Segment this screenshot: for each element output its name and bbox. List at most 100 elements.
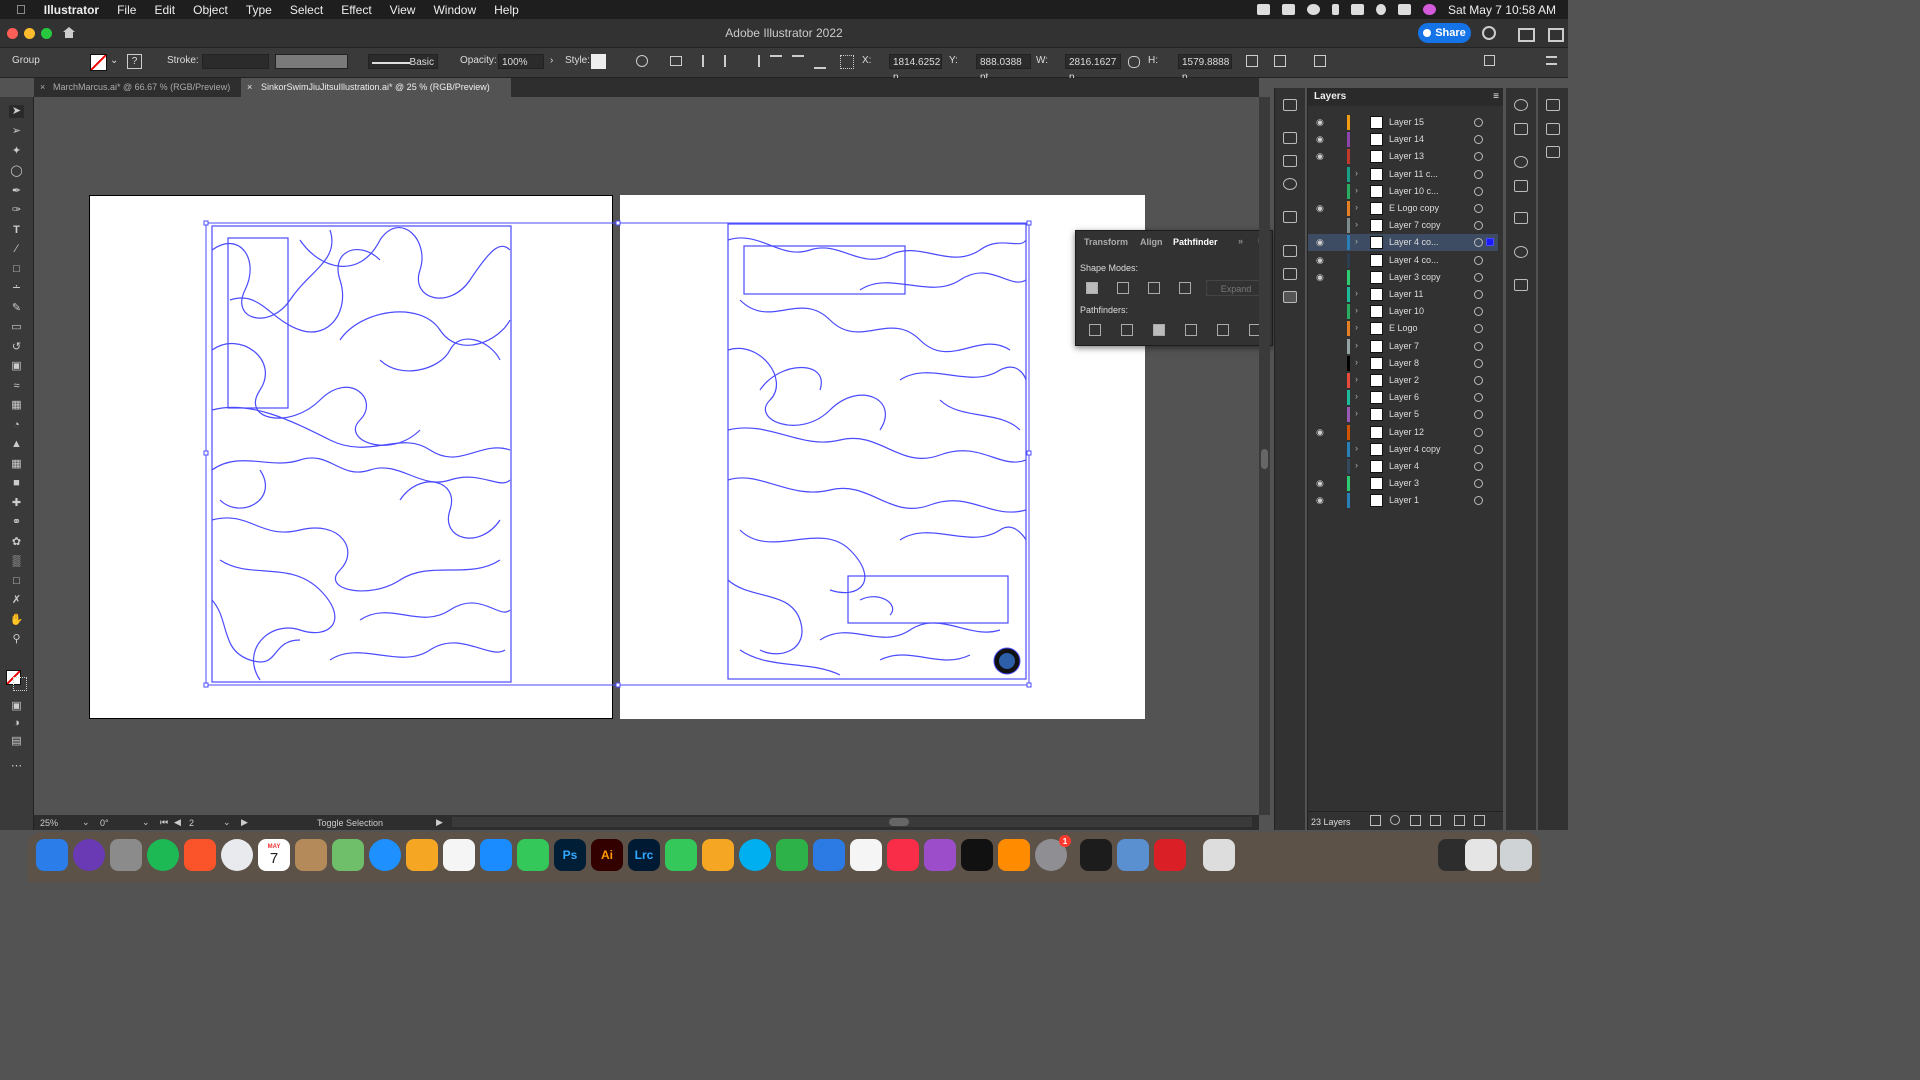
exclude-button[interactable] [1179,282,1191,294]
visibility-eye-icon[interactable] [1316,169,1326,179]
symbols-panel-icon[interactable] [1283,178,1297,190]
music-icon[interactable] [887,839,919,871]
tab-transform[interactable]: Transform [1084,237,1128,247]
export-icon[interactable] [1370,815,1381,826]
expand-chevron-icon[interactable]: › [1355,443,1358,453]
expand-chevron-icon[interactable]: › [1355,168,1358,178]
layer-row[interactable]: › Layer 4 copy [1308,441,1498,458]
layer-target-icon[interactable] [1474,290,1483,299]
expand-chevron-icon[interactable]: › [1355,340,1358,350]
expand-chevron-icon[interactable]: › [1355,305,1358,315]
layer-row[interactable]: › Layer 6 [1308,389,1498,406]
layer-target-icon[interactable] [1474,462,1483,471]
calendar-icon[interactable]: MAY 7 [258,839,290,871]
layer-name[interactable]: Layer 5 [1389,409,1419,419]
visibility-eye-icon[interactable]: ◉ [1316,478,1326,488]
visibility-eye-icon[interactable]: ◉ [1316,203,1326,213]
layer-name[interactable]: E Logo copy [1389,203,1439,213]
app-store-icon[interactable] [480,839,512,871]
clipping-mask-icon[interactable] [1410,815,1421,826]
layer-target-icon[interactable] [1474,307,1483,317]
color-guide-icon[interactable] [1514,99,1528,111]
layer-target-icon[interactable] [1474,324,1483,334]
layer-row[interactable]: ◉ Layer 1 [1308,492,1498,509]
facetime-icon[interactable] [665,839,697,871]
new-sublayer-icon[interactable] [1430,815,1441,826]
layer-row[interactable]: › Layer 4 [1308,458,1498,475]
merge-button[interactable] [1153,324,1165,336]
visibility-eye-icon[interactable] [1316,341,1326,351]
spotify-icon[interactable] [147,839,179,871]
preview-icon[interactable] [1117,839,1149,871]
layer-target-icon[interactable] [1474,358,1483,368]
layer-target-icon[interactable] [1474,169,1483,179]
creative-cloud-icon[interactable] [1154,839,1186,871]
layer-target-icon[interactable] [1474,427,1483,437]
layer-row[interactable]: › Layer 11 c... [1308,166,1498,183]
illustrator-icon[interactable]: Ai [591,839,623,871]
align-panel-icon[interactable] [1283,268,1297,280]
contacts-icon[interactable] [295,839,327,871]
trash-icon[interactable] [1500,839,1532,871]
finder-icon[interactable] [36,839,68,871]
layer-row[interactable]: › Layer 8 [1308,355,1498,372]
layer-target-icon[interactable] [1474,238,1483,248]
visibility-eye-icon[interactable]: ◉ [1316,117,1326,127]
podcasts-icon[interactable] [924,839,956,871]
visibility-eye-icon[interactable] [1316,375,1326,385]
visibility-eye-icon[interactable] [1316,186,1326,196]
comments-icon[interactable] [1546,123,1560,135]
siri-icon[interactable] [73,839,105,871]
visibility-eye-icon[interactable] [1316,392,1326,402]
layer-row[interactable]: › Layer 10 c... [1308,183,1498,200]
layer-name[interactable]: Layer 10 [1389,306,1424,316]
properties-icon[interactable] [1546,99,1560,111]
lightroom-classic-icon[interactable]: Lrc [628,839,660,871]
artboards-panel-icon[interactable] [1514,123,1528,135]
layer-row[interactable]: ◉ Layer 13 [1308,148,1498,165]
layer-row[interactable]: ◉ Layer 3 copy [1308,269,1498,286]
layer-row[interactable]: › Layer 11 [1308,286,1498,303]
activity-monitor-icon[interactable] [1080,839,1112,871]
layer-name[interactable]: Layer 2 [1389,375,1419,385]
chrome-icon[interactable] [221,839,253,871]
minus-front-button[interactable] [1117,282,1129,294]
layer-name[interactable]: Layer 11 [1389,289,1423,299]
visibility-eye-icon[interactable] [1316,444,1326,454]
rotation-value[interactable]: 0° [100,818,109,828]
visibility-eye-icon[interactable] [1316,358,1326,368]
visibility-eye-icon[interactable] [1316,409,1326,419]
expand-chevron-icon[interactable]: › [1355,391,1358,401]
launchpad-icon[interactable] [110,839,142,871]
layer-target-icon[interactable] [1474,272,1483,282]
transform-panel-icon[interactable] [1283,245,1297,257]
expand-button[interactable]: Expand [1206,280,1266,296]
brave-icon[interactable] [184,839,216,871]
artboard-number[interactable]: 2 [189,818,194,828]
system-preferences-icon[interactable]: 1 [1035,835,1071,871]
chevron-down-icon[interactable]: ⌄ [142,817,150,828]
layer-name[interactable]: Layer 7 copy [1389,220,1441,230]
divide-button[interactable] [1089,324,1101,336]
libraries-panel-icon[interactable] [1283,132,1297,144]
layer-name[interactable]: Layer 10 c... [1389,186,1439,196]
layer-name[interactable]: Layer 4 copy [1389,444,1441,454]
horizontal-scroll-thumb[interactable] [889,818,909,826]
layer-row[interactable]: › E Logo [1308,320,1498,337]
export-panel-icon[interactable] [1514,279,1528,291]
status-text[interactable]: Toggle Selection [317,818,383,828]
pages-icon[interactable] [702,839,734,871]
layer-target-icon[interactable] [1474,496,1483,506]
numbers-icon[interactable] [776,839,808,871]
visibility-eye-icon[interactable]: ◉ [1316,151,1326,161]
visibility-eye-icon[interactable] [1316,220,1326,230]
layer-name[interactable]: Layer 4 co... [1389,237,1439,247]
layer-name[interactable]: Layer 8 [1389,358,1419,368]
layer-row[interactable]: › Layer 7 [1308,338,1498,355]
intersect-button[interactable] [1148,282,1160,294]
visibility-eye-icon[interactable]: ◉ [1316,272,1326,282]
expand-chevron-icon[interactable]: › [1355,322,1358,332]
expand-chevron-icon[interactable]: › [1355,236,1358,246]
visibility-eye-icon[interactable] [1316,306,1326,316]
panel-menu-icon[interactable]: ≡ [1493,88,1499,106]
